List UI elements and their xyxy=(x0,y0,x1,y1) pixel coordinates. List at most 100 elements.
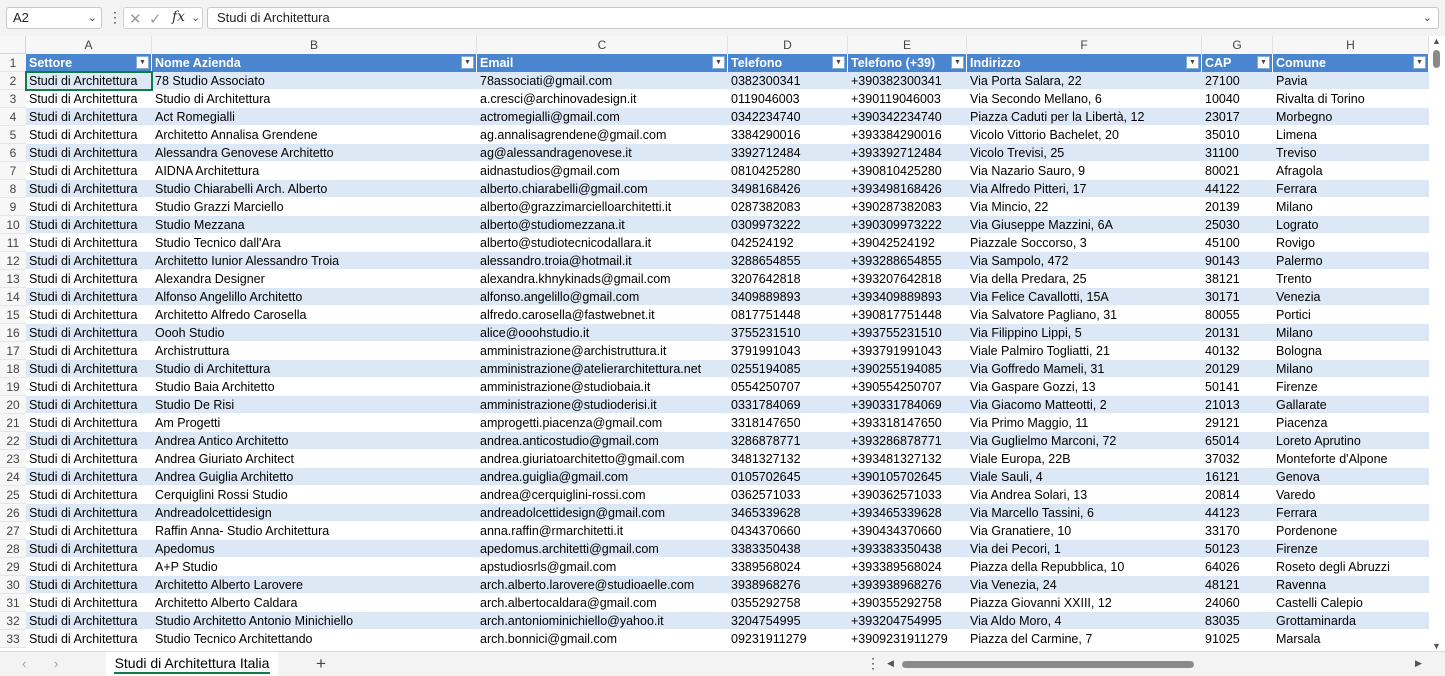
table-cell-h[interactable]: Limena xyxy=(1273,126,1429,144)
table-cell-g[interactable]: 24060 xyxy=(1202,594,1273,612)
table-cell-h[interactable]: Palermo xyxy=(1273,252,1429,270)
row-header[interactable]: 29 xyxy=(0,558,26,576)
table-cell-b[interactable]: Act Romegialli xyxy=(152,108,477,126)
vertical-scroll-thumb[interactable] xyxy=(1433,50,1440,68)
row-header[interactable]: 14 xyxy=(0,288,26,306)
table-cell-b[interactable]: Raffin Anna- Studio Architettura xyxy=(152,522,477,540)
table-cell-b[interactable]: Architetto Annalisa Grendene xyxy=(152,126,477,144)
table-cell-b[interactable]: Architetto Iunior Alessandro Troia xyxy=(152,252,477,270)
table-cell-h[interactable]: Castelli Calepio xyxy=(1273,594,1429,612)
table-cell-e[interactable]: +390362571033 xyxy=(848,486,967,504)
table-cell-c[interactable]: ag@alessandragenovese.it xyxy=(477,144,728,162)
table-cell-d[interactable]: 3383350438 xyxy=(728,540,848,558)
expand-formula-icon[interactable]: ⌄ xyxy=(1423,8,1432,28)
table-cell-h[interactable]: Gallarate xyxy=(1273,396,1429,414)
table-cell-a[interactable]: Studi di Architettura xyxy=(26,468,152,486)
table-cell-e[interactable]: +393207642818 xyxy=(848,270,967,288)
table-cell-d[interactable]: 042524192 xyxy=(728,234,848,252)
table-cell-f[interactable]: Via Felice Cavallotti, 15A xyxy=(967,288,1202,306)
table-cell-e[interactable]: +390434370660 xyxy=(848,522,967,540)
table-cell-a[interactable]: Studi di Architettura xyxy=(26,180,152,198)
table-cell-d[interactable]: 0817751448 xyxy=(728,306,848,324)
table-cell-h[interactable]: Piacenza xyxy=(1273,414,1429,432)
table-cell-a[interactable]: Studi di Architettura xyxy=(26,630,152,648)
table-cell-c[interactable]: arch.albertocaldara@gmail.com xyxy=(477,594,728,612)
table-cell-d[interactable]: 3465339628 xyxy=(728,504,848,522)
filter-dropdown-icon[interactable]: ▼ xyxy=(1186,56,1199,69)
row-header[interactable]: 5 xyxy=(0,126,26,144)
table-cell-a[interactable]: Studi di Architettura xyxy=(26,504,152,522)
table-cell-h[interactable]: Ravenna xyxy=(1273,576,1429,594)
row-header[interactable]: 2 xyxy=(0,72,26,90)
table-cell-e[interactable]: +39042524192 xyxy=(848,234,967,252)
table-cell-b[interactable]: Oooh Studio xyxy=(152,324,477,342)
table-cell-d[interactable]: 0287382083 xyxy=(728,198,848,216)
table-cell-b[interactable]: Archistruttura xyxy=(152,342,477,360)
table-header-cell[interactable]: Email ▼ xyxy=(477,54,728,72)
table-cell-d[interactable]: 0309973222 xyxy=(728,216,848,234)
table-cell-e[interactable]: +390119046003 xyxy=(848,90,967,108)
table-cell-c[interactable]: ag.annalisagrendene@gmail.com xyxy=(477,126,728,144)
table-header-cell[interactable]: Nome Azienda ▼ xyxy=(152,54,477,72)
table-cell-c[interactable]: alice@ooohstudio.it xyxy=(477,324,728,342)
table-cell-h[interactable]: Milano xyxy=(1273,198,1429,216)
filter-dropdown-icon[interactable]: ▼ xyxy=(951,56,964,69)
table-cell-e[interactable]: +390309973222 xyxy=(848,216,967,234)
table-cell-f[interactable]: Vicolo Trevisi, 25 xyxy=(967,144,1202,162)
table-cell-d[interactable]: 3286878771 xyxy=(728,432,848,450)
row-header[interactable]: 22 xyxy=(0,432,26,450)
filter-dropdown-icon[interactable]: ▼ xyxy=(1413,56,1426,69)
filter-dropdown-icon[interactable]: ▼ xyxy=(1257,56,1270,69)
table-cell-h[interactable]: Morbegno xyxy=(1273,108,1429,126)
table-cell-h[interactable]: Pordenone xyxy=(1273,522,1429,540)
table-cell-b[interactable]: Studio De Risi xyxy=(152,396,477,414)
table-cell-c[interactable]: amministrazione@studiobaia.it xyxy=(477,378,728,396)
scroll-left-icon[interactable]: ◀ xyxy=(887,658,894,669)
table-cell-d[interactable]: 3481327132 xyxy=(728,450,848,468)
filter-dropdown-icon[interactable]: ▼ xyxy=(832,56,845,69)
table-cell-h[interactable]: Loreto Aprutino xyxy=(1273,432,1429,450)
table-cell-d[interactable]: 3392712484 xyxy=(728,144,848,162)
table-cell-e[interactable]: +393318147650 xyxy=(848,414,967,432)
row-header[interactable]: 16 xyxy=(0,324,26,342)
filter-dropdown-icon[interactable]: ▼ xyxy=(461,56,474,69)
table-cell-b[interactable]: Studio Baia Architetto xyxy=(152,378,477,396)
table-cell-g[interactable]: 35010 xyxy=(1202,126,1273,144)
row-header[interactable]: 18 xyxy=(0,360,26,378)
column-header-b[interactable]: B xyxy=(152,36,477,54)
column-header-h[interactable]: H xyxy=(1273,36,1429,54)
sheet-tab-active[interactable]: Studi di Architettura Italia xyxy=(106,652,278,676)
table-cell-g[interactable]: 20129 xyxy=(1202,360,1273,378)
table-cell-f[interactable]: Via Secondo Mellano, 6 xyxy=(967,90,1202,108)
table-cell-h[interactable]: Marsala xyxy=(1273,630,1429,648)
more-options-icon[interactable]: ⋮ xyxy=(866,655,880,672)
table-cell-h[interactable]: Ferrara xyxy=(1273,504,1429,522)
table-cell-d[interactable]: 3498168426 xyxy=(728,180,848,198)
table-cell-g[interactable]: 44123 xyxy=(1202,504,1273,522)
table-cell-e[interactable]: +393498168426 xyxy=(848,180,967,198)
table-cell-c[interactable]: andreadolcettidesign@gmail.com xyxy=(477,504,728,522)
row-header[interactable]: 32 xyxy=(0,612,26,630)
next-sheet-icon[interactable]: › xyxy=(54,656,58,671)
select-all-corner[interactable] xyxy=(0,36,26,54)
table-cell-a[interactable]: Studi di Architettura xyxy=(26,558,152,576)
row-header[interactable]: 23 xyxy=(0,450,26,468)
table-cell-c[interactable]: andrea.guiglia@gmail.com xyxy=(477,468,728,486)
table-cell-a[interactable]: Studi di Architettura xyxy=(26,414,152,432)
row-header[interactable]: 13 xyxy=(0,270,26,288)
table-cell-g[interactable]: 29121 xyxy=(1202,414,1273,432)
check-icon[interactable]: ✓ xyxy=(149,10,162,28)
table-cell-f[interactable]: Via Granatiere, 10 xyxy=(967,522,1202,540)
table-cell-g[interactable]: 27100 xyxy=(1202,72,1273,90)
table-cell-a[interactable]: Studi di Architettura xyxy=(26,360,152,378)
table-cell-f[interactable]: Via Giacomo Matteotti, 2 xyxy=(967,396,1202,414)
table-cell-b[interactable]: Architetto Alfredo Carosella xyxy=(152,306,477,324)
row-header[interactable]: 20 xyxy=(0,396,26,414)
table-cell-a[interactable]: Studi di Architettura xyxy=(26,576,152,594)
row-header[interactable]: 9 xyxy=(0,198,26,216)
table-cell-g[interactable]: 40132 xyxy=(1202,342,1273,360)
table-cell-a[interactable]: Studi di Architettura xyxy=(26,342,152,360)
table-cell-f[interactable]: Piazzale Soccorso, 3 xyxy=(967,234,1202,252)
table-cell-a[interactable]: Studi di Architettura xyxy=(26,486,152,504)
table-cell-a[interactable]: Studi di Architettura xyxy=(26,72,152,90)
